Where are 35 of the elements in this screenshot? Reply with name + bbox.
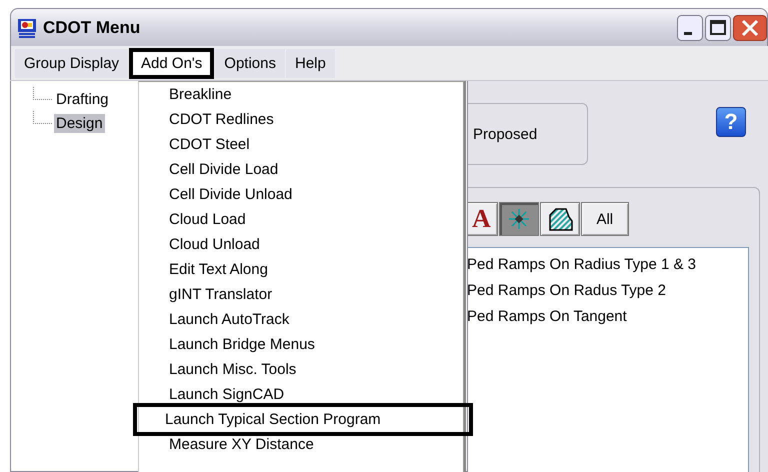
- point-button[interactable]: [498, 202, 539, 236]
- menu-item[interactable]: Add On's: [129, 48, 214, 78]
- tree-item[interactable]: Drafting: [54, 90, 111, 108]
- dropdown-item[interactable]: CDOT Steel: [139, 132, 463, 157]
- close-icon[interactable]: [733, 14, 767, 40]
- dropdown-item[interactable]: Launch AutoTrack: [139, 307, 463, 332]
- dropdown-item[interactable]: CDOT Redlines: [139, 107, 463, 132]
- maximize-icon[interactable]: [705, 14, 731, 40]
- tree-item[interactable]: Design: [54, 114, 105, 132]
- dropdown-item[interactable]: Launch Misc. Tools: [139, 357, 463, 382]
- dropdown-item[interactable]: Cell Divide Load: [139, 157, 463, 182]
- list-item[interactable]: Ped Ramps On Radus Type 2: [466, 278, 748, 304]
- dropdown-item[interactable]: Launch Typical Section Program: [133, 403, 473, 436]
- dropdown-item[interactable]: Launch Bridge Menus: [139, 332, 463, 357]
- app-icon: [17, 18, 37, 38]
- window-title: CDOT Menu: [43, 18, 142, 38]
- dropdown-item[interactable]: Cloud Load: [139, 207, 463, 232]
- pattern-button[interactable]: [540, 202, 580, 236]
- dropdown-item[interactable]: Cell Divide Unload: [139, 182, 463, 207]
- help-button[interactable]: ?: [716, 107, 746, 137]
- star-icon: [508, 208, 530, 230]
- menu-item[interactable]: Group Display: [15, 48, 128, 78]
- font-button[interactable]: A: [465, 202, 498, 236]
- minimize-icon[interactable]: [677, 14, 703, 40]
- hatch-icon: [546, 206, 573, 232]
- list-item[interactable]: Ped Ramps On Radius Type 1 & 3: [466, 252, 748, 278]
- option-label: Proposed: [473, 126, 538, 142]
- dropdown-item[interactable]: Edit Text Along: [139, 257, 463, 282]
- dropdown-item[interactable]: Breakline: [139, 82, 463, 107]
- dropdown-item[interactable]: gINT Translator: [139, 282, 463, 307]
- menu-item[interactable]: Help: [286, 48, 335, 78]
- dropdown-item[interactable]: Cloud Unload: [139, 232, 463, 257]
- menu-item[interactable]: Options: [215, 48, 285, 78]
- all-button[interactable]: All: [580, 202, 629, 236]
- list-item[interactable]: Ped Ramps On Tangent: [466, 304, 748, 330]
